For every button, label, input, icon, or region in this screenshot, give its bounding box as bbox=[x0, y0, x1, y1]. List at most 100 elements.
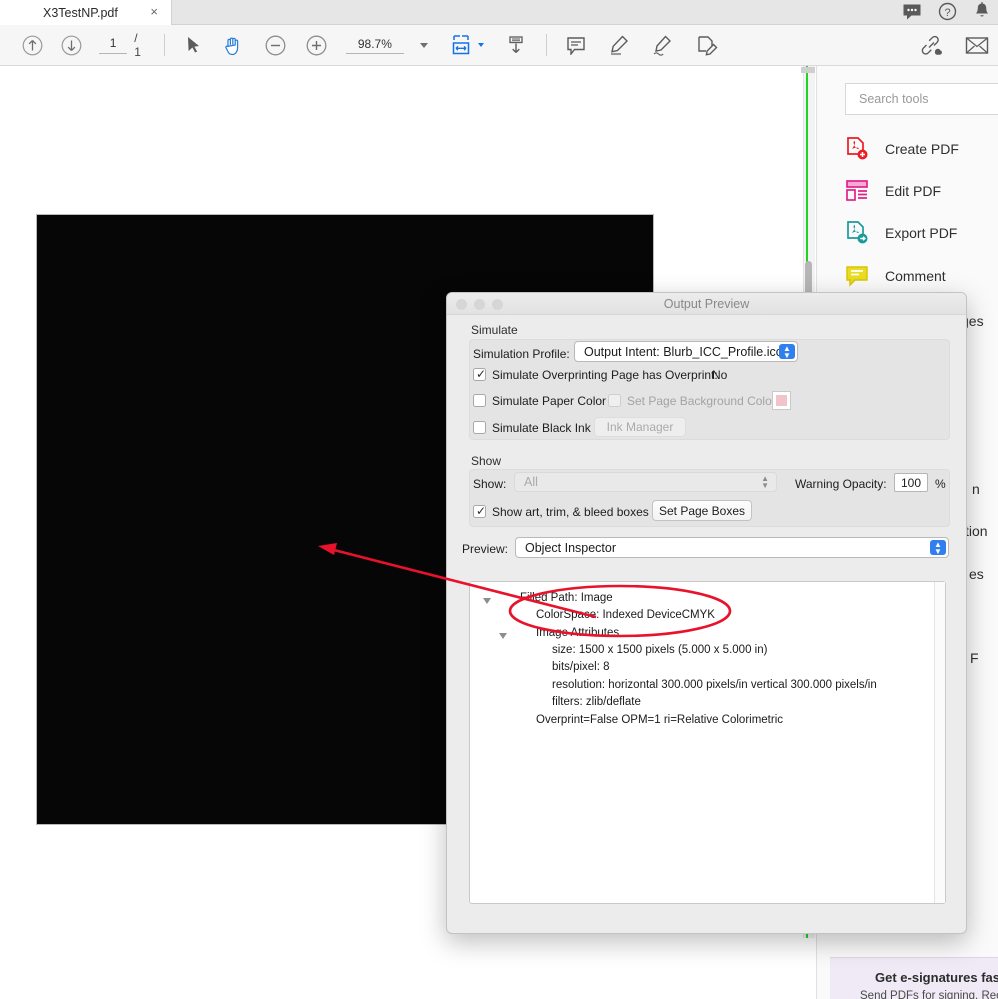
export-pdf-icon bbox=[845, 221, 869, 245]
simulate-black-ink-checkbox[interactable] bbox=[473, 421, 486, 434]
simulation-profile-select[interactable]: Output Intent: Blurb_ICC_Profile.icc ▲ ▼ bbox=[574, 341, 798, 362]
share-link-button[interactable] bbox=[920, 35, 943, 56]
chevron-down-icon[interactable] bbox=[419, 42, 428, 48]
sidebar-item-combine-clipped[interactable]: F bbox=[970, 650, 979, 666]
disclosure-triangle-icon[interactable] bbox=[483, 598, 491, 604]
disclosure-triangle-icon[interactable] bbox=[499, 633, 507, 639]
header-icon-group: ? bbox=[902, 2, 991, 21]
sidebar-label: Edit PDF bbox=[885, 183, 942, 199]
tree-item[interactable]: bits/pixel: 8 bbox=[552, 661, 610, 673]
dialog-titlebar[interactable]: Output Preview bbox=[447, 293, 966, 315]
search-tools-input[interactable]: Search tools bbox=[845, 83, 998, 115]
comment-dots-icon[interactable] bbox=[902, 3, 922, 21]
simulation-profile-label: Simulation Profile: bbox=[473, 347, 570, 361]
sidebar-item-comment[interactable]: Comment bbox=[845, 261, 946, 291]
sidebar-label: Comment bbox=[885, 268, 946, 284]
inspector-scrollbar[interactable] bbox=[934, 582, 945, 903]
download-button[interactable] bbox=[506, 35, 526, 56]
close-icon[interactable]: × bbox=[150, 4, 158, 19]
set-page-boxes-button[interactable]: Set Page Boxes bbox=[652, 500, 752, 521]
edit-pdf-icon bbox=[845, 179, 869, 203]
create-pdf-icon bbox=[845, 137, 869, 161]
scrollbar-top-marker bbox=[801, 67, 815, 73]
show-select[interactable]: All ▲ ▼ bbox=[514, 472, 777, 492]
tree-item[interactable]: resolution: horizontal 300.000 pixels/in… bbox=[552, 679, 877, 691]
sidebar-label: Create PDF bbox=[885, 141, 959, 157]
sidebar-item-edit-pdf[interactable]: Edit PDF bbox=[845, 176, 941, 206]
simulate-black-ink-label: Simulate Black Ink bbox=[492, 421, 591, 435]
next-page-button[interactable] bbox=[61, 35, 82, 56]
show-label: Show: bbox=[473, 477, 507, 491]
dialog-title: Output Preview bbox=[663, 297, 750, 311]
previous-page-button[interactable] bbox=[22, 35, 43, 56]
chevron-updown-icon[interactable]: ▲ ▼ bbox=[779, 344, 795, 359]
sidebar-label: Export PDF bbox=[885, 225, 958, 241]
tab-title: X3TestNP.pdf bbox=[43, 5, 118, 20]
sidebar-item-create-pdf[interactable]: Create PDF bbox=[845, 134, 959, 164]
warning-opacity-label: Warning Opacity: bbox=[795, 477, 887, 491]
comment-icon bbox=[845, 264, 869, 288]
zoom-out-button[interactable] bbox=[265, 35, 286, 56]
fit-page-button[interactable] bbox=[450, 34, 484, 56]
page-has-overprint-label: Page has Overprint: bbox=[611, 368, 718, 382]
ink-manager-button: Ink Manager bbox=[594, 417, 686, 437]
highlight-button[interactable] bbox=[608, 34, 629, 56]
tree-item[interactable]: Image Attributes bbox=[536, 627, 619, 639]
tree-item[interactable]: Overprint=False OPM=1 ri=Relative Colori… bbox=[536, 714, 783, 726]
page-total-label: / 1 bbox=[134, 31, 141, 59]
preview-select[interactable]: Object Inspector ▲ ▼ bbox=[515, 537, 949, 558]
sidebar-item-export-pdf[interactable]: Export PDF bbox=[845, 218, 957, 248]
sidebar-item-scan-clipped[interactable]: n bbox=[972, 481, 980, 497]
tree-item[interactable]: ColorSpace: Indexed DeviceCMYK bbox=[536, 609, 715, 621]
tree-item[interactable]: size: 1500 x 1500 pixels (5.000 x 5.000 … bbox=[552, 644, 767, 656]
set-page-background-color-checkbox bbox=[608, 394, 621, 407]
simulate-paper-color-label: Simulate Paper Color bbox=[492, 394, 607, 408]
show-value: All bbox=[524, 475, 538, 489]
svg-text:?: ? bbox=[944, 7, 950, 19]
object-inspector-panel[interactable]: Filled Path: Image ColorSpace: Indexed D… bbox=[469, 581, 946, 904]
preview-label: Preview: bbox=[462, 542, 509, 556]
simulation-profile-value: Output Intent: Blurb_ICC_Profile.icc bbox=[584, 344, 783, 359]
tab-bar: X3TestNP.pdf × ? bbox=[0, 0, 998, 25]
promo-subtitle: Send PDFs for signing. Recip bbox=[860, 990, 998, 999]
page-background-color-swatch[interactable] bbox=[772, 391, 791, 410]
app-window: X3TestNP.pdf × ? 1 / 1 98.7% Search tool… bbox=[0, 0, 998, 999]
zoom-in-button[interactable] bbox=[306, 35, 327, 56]
hand-tool-button[interactable] bbox=[224, 35, 244, 56]
fill-and-sign-button[interactable] bbox=[696, 35, 718, 56]
main-toolbar: 1 / 1 98.7% bbox=[0, 25, 998, 66]
preview-value: Object Inspector bbox=[525, 540, 617, 555]
comment-button[interactable] bbox=[566, 36, 586, 55]
sign-button[interactable] bbox=[652, 34, 674, 56]
chevron-updown-icon[interactable]: ▲ ▼ bbox=[930, 540, 946, 555]
warning-opacity-input[interactable]: 100 bbox=[894, 473, 928, 492]
fit-page-chevron-icon[interactable] bbox=[477, 43, 484, 47]
simulate-paper-color-checkbox[interactable] bbox=[473, 394, 486, 407]
simulate-overprinting-checkbox[interactable]: ✓ bbox=[473, 367, 487, 381]
page-number-input[interactable]: 1 bbox=[99, 36, 128, 54]
chevron-updown-icon[interactable]: ▲ ▼ bbox=[761, 475, 769, 490]
sidebar-item-protection-clipped[interactable]: tion bbox=[965, 523, 988, 539]
set-page-background-color-label: Set Page Background Color bbox=[627, 394, 776, 408]
tree-item[interactable]: Filled Path: Image bbox=[520, 592, 613, 604]
simulate-overprinting-label: Simulate Overprinting bbox=[492, 368, 608, 382]
check-icon: ✓ bbox=[476, 367, 487, 381]
tree-item[interactable]: filters: zlib/deflate bbox=[552, 696, 641, 708]
help-icon[interactable]: ? bbox=[938, 2, 957, 21]
sidebar-item-more-clipped[interactable]: es bbox=[969, 566, 984, 582]
zoom-level-input[interactable]: 98.7% bbox=[345, 37, 404, 54]
check-icon: ✓ bbox=[476, 504, 487, 518]
show-boxes-checkbox[interactable]: ✓ bbox=[473, 504, 487, 518]
select-tool-button[interactable] bbox=[186, 36, 202, 54]
document-tab[interactable]: X3TestNP.pdf × bbox=[0, 0, 172, 25]
promo-title: Get e-signatures fas bbox=[875, 970, 998, 985]
email-button[interactable] bbox=[965, 36, 989, 55]
object-inspector-content: Filled Path: Image ColorSpace: Indexed D… bbox=[470, 582, 934, 903]
bell-icon[interactable] bbox=[973, 2, 991, 21]
simulate-group-label: Simulate bbox=[471, 323, 518, 337]
show-group-label: Show bbox=[471, 454, 502, 468]
output-preview-dialog: Output Preview Simulate Simulation Profi… bbox=[446, 292, 967, 934]
show-boxes-label: Show art, trim, & bleed boxes bbox=[492, 505, 649, 519]
esignature-promo-banner[interactable]: Get e-signatures fas Send PDFs for signi… bbox=[830, 957, 998, 999]
percent-label: % bbox=[935, 477, 946, 491]
